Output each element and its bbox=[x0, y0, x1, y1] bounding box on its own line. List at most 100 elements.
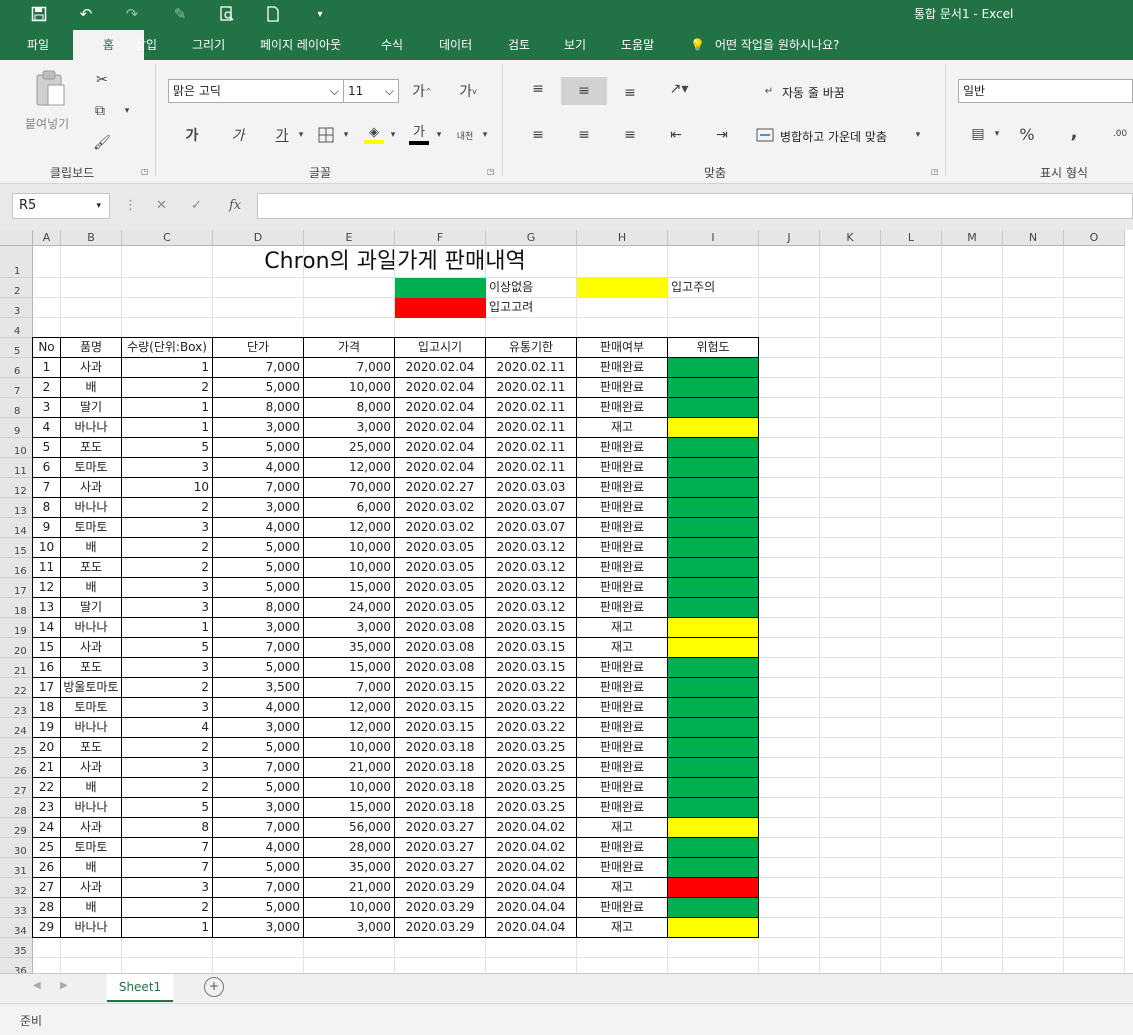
table-cell[interactable]: 70,000 bbox=[304, 478, 395, 498]
table-cell[interactable]: 2020.03.12 bbox=[486, 558, 577, 578]
table-cell[interactable]: 5 bbox=[122, 798, 213, 818]
table-cell[interactable]: 8,000 bbox=[304, 398, 395, 418]
table-cell[interactable]: 4,000 bbox=[213, 698, 304, 718]
table-cell[interactable]: 5,000 bbox=[213, 578, 304, 598]
table-cell[interactable]: 3,000 bbox=[213, 498, 304, 518]
table-cell[interactable]: 1 bbox=[122, 918, 213, 938]
table-cell[interactable]: 3,000 bbox=[213, 718, 304, 738]
cut-icon[interactable]: ✂ bbox=[90, 69, 114, 91]
tab-formulas[interactable]: 수식 bbox=[381, 30, 403, 60]
table-cell[interactable]: 2020.02.04 bbox=[395, 438, 486, 458]
risk-cell[interactable] bbox=[668, 658, 759, 678]
table-cell[interactable]: 바나나 bbox=[61, 418, 122, 438]
table-cell[interactable]: 판매완료 bbox=[577, 778, 668, 798]
table-cell[interactable]: 포도 bbox=[61, 738, 122, 758]
table-cell[interactable]: 4,000 bbox=[213, 518, 304, 538]
table-cell[interactable]: 판매완료 bbox=[577, 798, 668, 818]
table-cell[interactable]: 2020.04.02 bbox=[486, 818, 577, 838]
table-cell[interactable]: 2 bbox=[122, 898, 213, 918]
table-cell[interactable]: 2020.04.02 bbox=[486, 838, 577, 858]
table-cell[interactable]: 3 bbox=[122, 458, 213, 478]
table-cell[interactable]: 3,000 bbox=[213, 418, 304, 438]
table-cell[interactable]: 2020.02.04 bbox=[395, 418, 486, 438]
select-all-button[interactable] bbox=[0, 230, 33, 246]
table-cell[interactable]: 10,000 bbox=[304, 538, 395, 558]
table-cell[interactable]: 3,000 bbox=[304, 618, 395, 638]
row-header[interactable]: 29 bbox=[0, 818, 33, 838]
table-cell[interactable]: 7,000 bbox=[213, 478, 304, 498]
legend-caution-label[interactable]: 입고주의 bbox=[668, 278, 789, 298]
wrap-text-icon[interactable]: ↵ bbox=[758, 80, 780, 102]
risk-cell[interactable] bbox=[668, 798, 759, 818]
table-cell[interactable]: 배 bbox=[61, 778, 122, 798]
risk-cell[interactable] bbox=[668, 858, 759, 878]
table-cell[interactable]: 10 bbox=[122, 478, 213, 498]
table-cell[interactable]: 2020.02.11 bbox=[486, 438, 577, 458]
table-cell[interactable]: 13 bbox=[33, 598, 61, 618]
row-header[interactable]: 18 bbox=[0, 598, 33, 618]
risk-cell[interactable] bbox=[668, 738, 759, 758]
align-right-icon[interactable]: ≡ bbox=[618, 124, 642, 146]
table-cell[interactable]: 2020.04.04 bbox=[486, 878, 577, 898]
table-cell[interactable]: 2 bbox=[122, 778, 213, 798]
table-cell[interactable]: 2020.03.12 bbox=[486, 598, 577, 618]
table-cell[interactable]: 2 bbox=[122, 538, 213, 558]
table-cell[interactable]: 판매완료 bbox=[577, 458, 668, 478]
table-cell[interactable]: 7,000 bbox=[213, 638, 304, 658]
table-cell[interactable]: 12,000 bbox=[304, 718, 395, 738]
percent-style-button[interactable]: % bbox=[1015, 123, 1039, 145]
table-cell[interactable]: 2020.04.04 bbox=[486, 898, 577, 918]
table-header-cell[interactable]: 가격 bbox=[304, 338, 395, 358]
table-cell[interactable]: 5,000 bbox=[213, 378, 304, 398]
table-cell[interactable]: 판매완료 bbox=[577, 738, 668, 758]
table-cell[interactable]: 사과 bbox=[61, 358, 122, 378]
risk-cell[interactable] bbox=[668, 578, 759, 598]
save-icon[interactable] bbox=[27, 3, 51, 25]
table-cell[interactable]: 2020.03.29 bbox=[395, 878, 486, 898]
table-cell[interactable]: 판매완료 bbox=[577, 398, 668, 418]
table-cell[interactable]: 2020.03.08 bbox=[395, 618, 486, 638]
row-header[interactable]: 16 bbox=[0, 558, 33, 578]
tab-home[interactable]: 홈 bbox=[73, 30, 144, 60]
fill-color-icon[interactable]: ◈ bbox=[362, 122, 386, 148]
table-cell[interactable]: 9 bbox=[33, 518, 61, 538]
table-cell[interactable]: 6,000 bbox=[304, 498, 395, 518]
phonetic-icon[interactable]: 내천 bbox=[453, 124, 477, 146]
column-header[interactable]: D bbox=[213, 230, 304, 246]
table-cell[interactable]: 3 bbox=[122, 578, 213, 598]
risk-cell[interactable] bbox=[668, 398, 759, 418]
chevron-down-icon[interactable]: ▾ bbox=[296, 124, 306, 146]
grow-font-icon[interactable]: 가 ^ bbox=[410, 80, 434, 102]
table-cell[interactable]: 2020.03.18 bbox=[395, 758, 486, 778]
accounting-format-icon[interactable]: ▤ bbox=[966, 123, 990, 145]
row-header[interactable]: 30 bbox=[0, 838, 33, 858]
increase-indent-icon[interactable]: ⇥ bbox=[710, 124, 734, 146]
decrease-indent-icon[interactable]: ⇤ bbox=[664, 124, 688, 146]
row-header[interactable]: 8 bbox=[0, 398, 33, 418]
table-cell[interactable]: 3,000 bbox=[213, 798, 304, 818]
table-cell[interactable]: 포도 bbox=[61, 438, 122, 458]
table-cell[interactable]: 5,000 bbox=[213, 438, 304, 458]
table-cell[interactable]: 7,000 bbox=[304, 678, 395, 698]
merge-center-icon[interactable] bbox=[754, 124, 776, 146]
row-header[interactable]: 20 bbox=[0, 638, 33, 658]
number-format-select[interactable]: 일반 bbox=[958, 79, 1133, 103]
table-cell[interactable]: 11 bbox=[33, 558, 61, 578]
table-cell[interactable]: 2020.03.03 bbox=[486, 478, 577, 498]
table-cell[interactable]: 2020.03.18 bbox=[395, 778, 486, 798]
tab-view[interactable]: 보기 bbox=[564, 30, 586, 60]
table-header-cell[interactable]: 판매여부 bbox=[577, 338, 668, 358]
table-cell[interactable]: 16 bbox=[33, 658, 61, 678]
table-cell[interactable]: 2020.03.22 bbox=[486, 698, 577, 718]
table-cell[interactable]: 2020.02.04 bbox=[395, 458, 486, 478]
table-cell[interactable]: 2020.03.08 bbox=[395, 658, 486, 678]
risk-cell[interactable] bbox=[668, 558, 759, 578]
italic-button[interactable]: 가 bbox=[226, 124, 250, 146]
row-header[interactable]: 15 bbox=[0, 538, 33, 558]
table-cell[interactable]: 5,000 bbox=[213, 898, 304, 918]
table-cell[interactable]: 7,000 bbox=[213, 758, 304, 778]
table-cell[interactable]: 12,000 bbox=[304, 698, 395, 718]
comma-style-button[interactable]: , bbox=[1062, 121, 1086, 143]
font-color-icon[interactable]: 가 bbox=[407, 122, 431, 148]
risk-cell[interactable] bbox=[668, 918, 759, 938]
